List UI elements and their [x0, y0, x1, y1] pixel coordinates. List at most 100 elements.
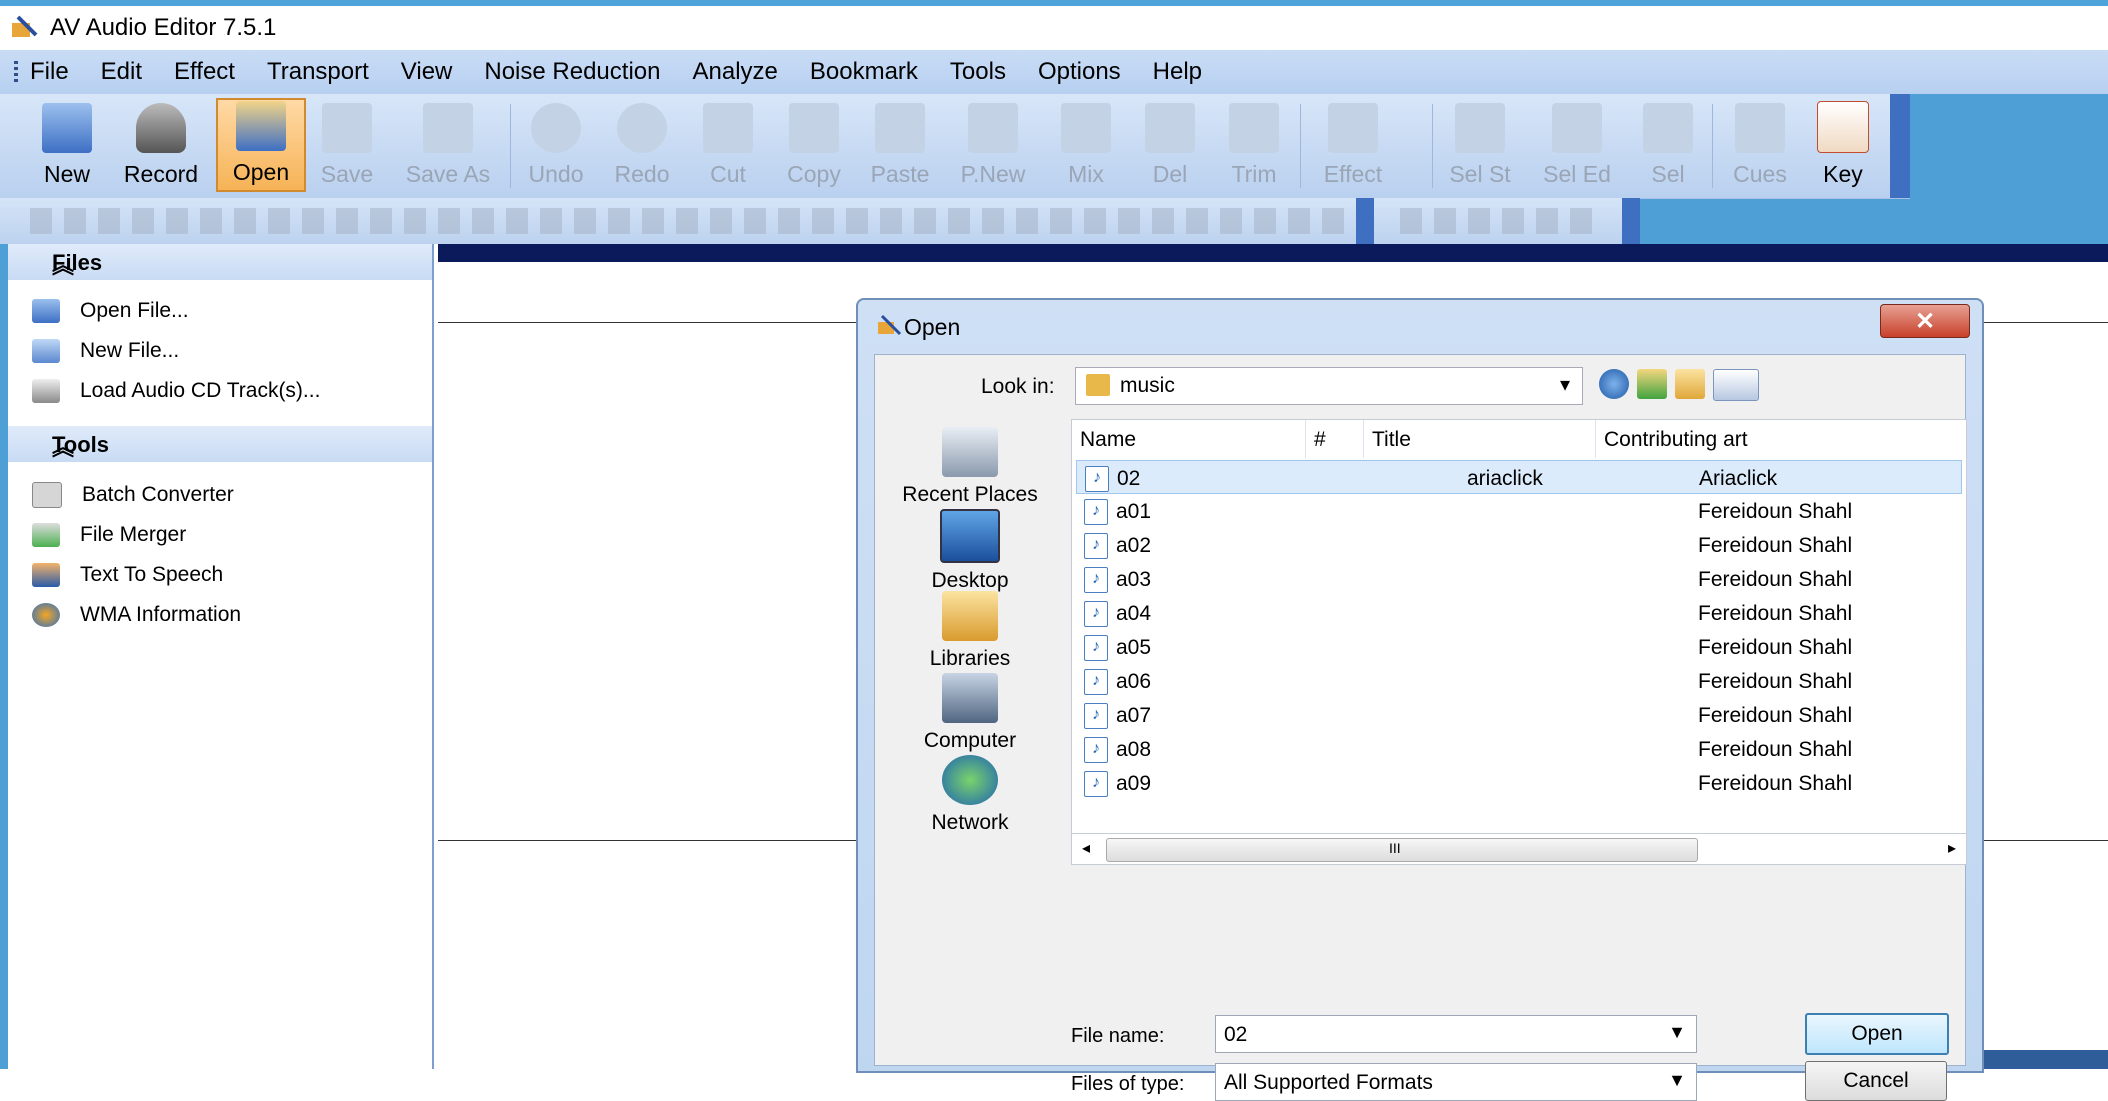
chevron-down-icon[interactable]: ▼ [1668, 1070, 1686, 1091]
menu-transport[interactable]: Transport [267, 58, 369, 86]
column-title[interactable]: Title [1364, 420, 1596, 458]
scissors-icon [703, 103, 753, 153]
key-button[interactable]: Key [1808, 98, 1878, 192]
undo-button[interactable]: Undo [518, 98, 594, 192]
file-row[interactable]: ♪ 02 ariaclick Ariaclick [1076, 460, 1962, 494]
copy-button[interactable]: Copy [776, 98, 852, 192]
look-in-dropdown[interactable]: music ▾ [1075, 367, 1583, 405]
place-network[interactable]: Network [875, 755, 1065, 835]
up-folder-icon[interactable] [1637, 369, 1667, 399]
collapse-files-icon[interactable]: ︽ [52, 248, 418, 280]
file-name-label: File name: [1071, 1025, 1165, 1047]
delete-button[interactable]: Del [1132, 98, 1208, 192]
toolbar-overflow-chevron[interactable] [1890, 94, 1910, 198]
column-title-label: Title [1372, 428, 1411, 451]
select-button-label: Sel [1651, 161, 1685, 187]
menu-bookmark[interactable]: Bookmark [810, 58, 918, 86]
mix-button-label: Mix [1068, 161, 1104, 187]
menu-help[interactable]: Help [1153, 58, 1202, 86]
effects-icon-strip [30, 208, 1360, 234]
trim-button[interactable]: Trim [1216, 98, 1292, 192]
save-button[interactable]: Save [312, 98, 382, 192]
file-name-input[interactable]: 02 ▼ [1215, 1015, 1697, 1053]
record-button[interactable]: Record [116, 98, 206, 192]
select-start-button[interactable]: Sel St [1440, 98, 1520, 192]
batch-converter-task[interactable]: Batch Converter [32, 480, 234, 510]
new-file-task[interactable]: New File... [32, 336, 179, 366]
file-row[interactable]: ♪ a04 Fereidoun Shahl [1076, 596, 1962, 630]
paste-button[interactable]: Paste [862, 98, 938, 192]
menu-options[interactable]: Options [1038, 58, 1121, 86]
file-row[interactable]: ♪ a09 Fereidoun Shahl [1076, 766, 1962, 800]
text-to-speech-task[interactable]: Text To Speech [32, 560, 223, 590]
paste-new-button[interactable]: P.New [948, 98, 1038, 192]
menu-edit[interactable]: Edit [101, 58, 142, 86]
column-number[interactable]: # [1306, 420, 1364, 458]
load-cd-task-label: Load Audio CD Track(s)... [80, 379, 321, 402]
open-dialog: Open ✕ Look in: music ▾ Recent Places De… [856, 298, 1984, 1101]
scroll-left-icon[interactable]: ◂ [1082, 838, 1090, 858]
chevron-down-icon[interactable]: ▼ [1668, 1022, 1686, 1043]
dialog-body: Look in: music ▾ Recent Places Desktop L… [874, 354, 1967, 1101]
open-button[interactable]: Open [216, 98, 306, 192]
select-start-button-label: Sel St [1449, 161, 1511, 187]
save-as-button[interactable]: Save As [394, 98, 502, 192]
file-row[interactable]: ♪ a05 Fereidoun Shahl [1076, 630, 1962, 664]
open-file-task[interactable]: Open File... [32, 296, 189, 326]
menubar-grip[interactable] [14, 61, 18, 83]
back-icon[interactable] [1599, 369, 1629, 399]
effects-toolbar-chevron[interactable] [1356, 198, 1374, 244]
collapse-tools-icon[interactable]: ︽ [52, 430, 418, 462]
new-folder-icon[interactable] [1675, 369, 1705, 399]
place-libraries[interactable]: Libraries [875, 591, 1065, 671]
select-end-button[interactable]: Sel Ed [1536, 98, 1618, 192]
effects-toolbar [0, 198, 1640, 244]
load-cd-task[interactable]: Load Audio CD Track(s)... [32, 376, 320, 406]
files-panel-header[interactable]: Files ︽ [8, 244, 432, 280]
select-button[interactable]: Sel [1630, 98, 1706, 192]
tools-panel-header[interactable]: Tools ︽ [8, 426, 432, 462]
file-row[interactable]: ♪ a07 Fereidoun Shahl [1076, 698, 1962, 732]
cancel-button[interactable]: Cancel [1805, 1061, 1947, 1101]
open-dialog-button[interactable]: Open [1805, 1013, 1949, 1055]
mix-button[interactable]: Mix [1048, 98, 1124, 192]
redo-button-label: Redo [614, 161, 670, 187]
select-end-button-label: Sel Ed [1543, 161, 1611, 187]
place-recent-label: Recent Places [902, 483, 1038, 506]
menu-view[interactable]: View [401, 58, 453, 86]
file-row[interactable]: ♪ a08 Fereidoun Shahl [1076, 732, 1962, 766]
scroll-thumb[interactable]: III [1106, 838, 1698, 862]
horizontal-scrollbar[interactable]: ◂ III ▸ [1071, 833, 1967, 865]
file-list[interactable]: Name # Title Contributing art ♪ 02 ariac… [1071, 419, 1967, 835]
file-row[interactable]: ♪ a02 Fereidoun Shahl [1076, 528, 1962, 562]
column-artist[interactable]: Contributing art [1596, 420, 1966, 458]
redo-button[interactable]: Redo [604, 98, 680, 192]
place-recent[interactable]: Recent Places [875, 427, 1065, 507]
wma-information-task[interactable]: WMA Information [32, 600, 241, 630]
menu-file[interactable]: File [30, 58, 69, 86]
menu-analyze[interactable]: Analyze [692, 58, 777, 86]
menu-effect[interactable]: Effect [174, 58, 235, 86]
file-merger-task[interactable]: File Merger [32, 520, 186, 550]
transport-toolbar-chevron[interactable] [1622, 198, 1640, 244]
file-row[interactable]: ♪ a06 Fereidoun Shahl [1076, 664, 1962, 698]
waveform-divider [1980, 322, 2108, 323]
menu-tools[interactable]: Tools [950, 58, 1006, 86]
place-computer[interactable]: Computer [875, 673, 1065, 753]
column-name[interactable]: Name [1072, 420, 1306, 458]
menu-noise-reduction[interactable]: Noise Reduction [484, 58, 660, 86]
scroll-right-icon[interactable]: ▸ [1948, 838, 1956, 858]
save-button-label: Save [320, 161, 374, 187]
new-button[interactable]: New [30, 98, 104, 192]
file-row[interactable]: ♪ a03 Fereidoun Shahl [1076, 562, 1962, 596]
paste-new-icon [968, 103, 1018, 153]
place-desktop[interactable]: Desktop [875, 509, 1065, 593]
dialog-close-button[interactable]: ✕ [1880, 304, 1970, 338]
cues-button[interactable]: Cues [1720, 98, 1800, 192]
cut-button[interactable]: Cut [690, 98, 766, 192]
effect-button[interactable]: Effect [1308, 98, 1398, 192]
file-artist-cell: Fereidoun Shahl [1698, 670, 1853, 693]
file-row[interactable]: ♪ a01 Fereidoun Shahl [1076, 494, 1962, 528]
select-icon [1643, 103, 1693, 153]
view-menu-icon[interactable] [1713, 369, 1759, 401]
